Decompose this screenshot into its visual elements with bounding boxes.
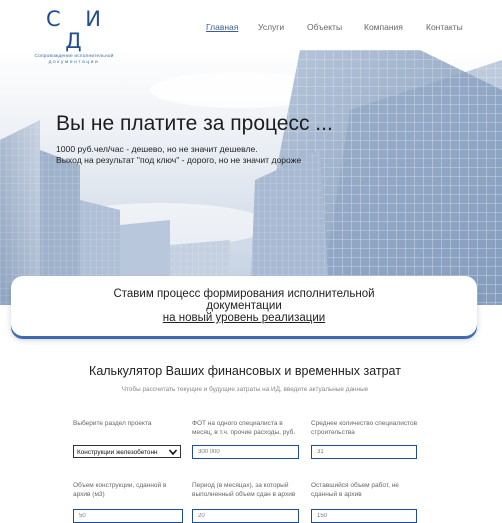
nav-item-home[interactable]: Главная xyxy=(206,22,238,32)
main-nav: Главная Услуги Объекты Компания Контакты xyxy=(0,22,502,36)
promo-banner: Ставим процесс формирования исполнительн… xyxy=(11,276,477,336)
nav-item-services[interactable]: Услуги xyxy=(258,22,284,32)
chevron-down-icon xyxy=(168,449,178,456)
specialists-input[interactable] xyxy=(311,445,417,459)
calculator-subtitle: Чтобы рассчитать текущие и будущие затра… xyxy=(121,386,369,393)
banner-link-row: на новый уровень реализации xyxy=(11,312,477,324)
project-section-value: Конструкции железобетонн xyxy=(77,449,158,456)
specialists-label: Среднее количество специалистов строител… xyxy=(311,420,418,436)
banner-line-2: документации xyxy=(206,300,282,312)
banner-link[interactable]: на новый уровень реализации xyxy=(163,312,325,324)
nav-item-company[interactable]: Компания xyxy=(364,22,403,32)
hero-line-1: 1000 руб.чел/час - дешево, но не значит … xyxy=(56,144,258,154)
site-header: С И Д Сопровождение исполнительной докум… xyxy=(0,0,502,65)
salary-input[interactable] xyxy=(192,445,299,459)
logo[interactable]: С И Д Сопровождение исполнительной докум… xyxy=(24,8,124,66)
hero-title: Вы не платите за процесс ... xyxy=(56,112,333,135)
logo-tagline-2: документации xyxy=(48,60,100,65)
remaining-volume-input[interactable] xyxy=(311,509,417,523)
project-section-select[interactable]: Конструкции железобетонн xyxy=(73,445,181,458)
salary-label: ФОТ на одного специалиста в месяц, в т.ч… xyxy=(192,420,296,436)
remaining-volume-label: Оставшийся объем работ, не сданный в арх… xyxy=(311,482,399,498)
calculator-title: Калькулятор Ваших финансовых и временных… xyxy=(89,364,401,378)
banner-line-1: Ставим процесс формирования исполнительн… xyxy=(113,288,375,300)
nav-item-contacts[interactable]: Контакты xyxy=(426,22,463,32)
hero-line-2: Выход на результат "под ключ" - дорого, … xyxy=(56,155,302,165)
archived-volume-input[interactable] xyxy=(73,509,183,523)
hero-section: Вы не платите за процесс ... 1000 руб.че… xyxy=(0,50,502,305)
hero-background-image xyxy=(0,50,502,305)
archived-volume-label: Объем конструкции, сданной в архив (м3) xyxy=(73,482,167,498)
project-section-label: Выберите раздел проекта xyxy=(73,420,152,427)
nav-item-objects[interactable]: Объекты xyxy=(307,22,342,32)
period-input[interactable] xyxy=(192,509,299,523)
period-label: Период (в месяцах), за который выполненн… xyxy=(192,482,296,498)
